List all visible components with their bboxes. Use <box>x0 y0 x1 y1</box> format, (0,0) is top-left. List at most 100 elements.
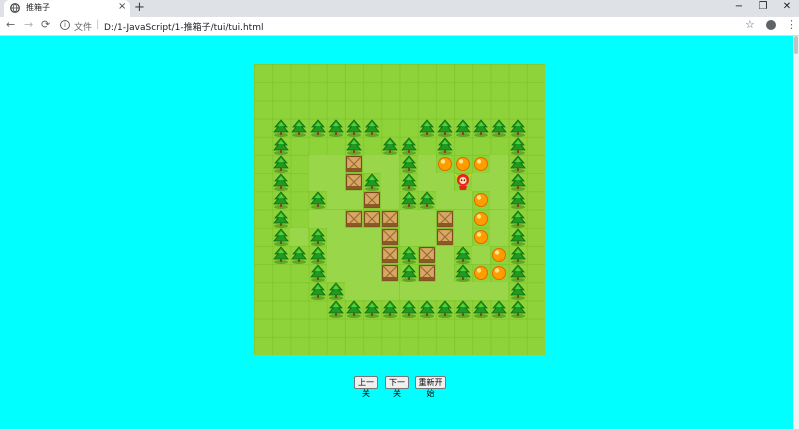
board-goal-r7-c12 <box>472 191 490 209</box>
board-tree-r13-c14 <box>509 300 527 319</box>
board-floor-r8-c9 <box>417 209 436 228</box>
tab-bar: 推箱子 × + − ❐ ✕ <box>0 0 799 17</box>
board-floor-r7-c5 <box>344 191 363 210</box>
forward-button[interactable]: → <box>24 18 33 31</box>
menu-icon[interactable]: ⋮ <box>786 18 797 31</box>
address-bar[interactable]: i 文件 | D:/1-JavaScript/1-推箱子/tui/tui.htm… <box>56 19 764 34</box>
board-tree-r4-c14 <box>509 137 527 155</box>
board-floor-r5-c6 <box>363 154 382 173</box>
page-scrollbar[interactable] <box>793 36 799 429</box>
board-box-r10-c9 <box>418 246 436 264</box>
board-tree-r7-c3 <box>309 191 327 210</box>
board-tree-r3-c1 <box>272 118 290 137</box>
board-floor-r7-c10 <box>435 191 454 210</box>
close-tab-icon[interactable]: × <box>118 1 126 12</box>
board-goal-r8-c12 <box>472 210 490 228</box>
maximize-button[interactable]: ❐ <box>752 1 774 15</box>
board-tree-r7-c9 <box>418 191 436 210</box>
star-icon[interactable]: ☆ <box>745 18 755 31</box>
board-tree-r11-c14 <box>509 264 527 283</box>
board-box-r5-c5 <box>345 155 363 173</box>
board-floor-r5-c4 <box>326 154 345 173</box>
board-floor-r8-c4 <box>326 209 345 228</box>
board-tree-r3-c14 <box>509 118 527 137</box>
board-tree-r11-c3 <box>309 264 327 283</box>
board-floor-r5-c3 <box>308 154 327 173</box>
board-floor-r9-c6 <box>363 227 382 246</box>
prev-level-button[interactable]: 上一关 <box>354 376 378 398</box>
scrollbar-thumb[interactable] <box>794 36 798 54</box>
board-tree-r13-c11 <box>454 300 472 319</box>
board-tree-r11-c11 <box>454 264 472 283</box>
board-floor-r8-c13 <box>490 209 509 228</box>
back-button[interactable]: ← <box>6 18 15 31</box>
board-tree-r6-c14 <box>509 173 527 192</box>
board-tree-r3-c2 <box>290 118 308 137</box>
board-goal-r10-c13 <box>490 246 508 264</box>
board-box-r8-c10 <box>436 210 454 228</box>
board-floor-r12-c12 <box>472 282 491 301</box>
account-icon[interactable] <box>766 20 776 30</box>
board-floor-r12-c8 <box>399 282 418 301</box>
board-tree-r3-c11 <box>454 118 472 137</box>
game-controls: 上一关 下一关 重新开始 <box>354 376 454 398</box>
board-floor-r11-c10 <box>435 264 454 283</box>
board-tree-r13-c5 <box>345 300 363 319</box>
board-floor-r9-c11 <box>454 227 473 246</box>
board-player-r6-c11[interactable] <box>454 173 472 191</box>
board-floor-r7-c13 <box>490 191 509 210</box>
board-tree-r8-c14 <box>509 209 527 228</box>
board-tree-r10-c3 <box>309 246 327 264</box>
url-text[interactable]: D:/1-JavaScript/1-推箱子/tui/tui.html <box>104 20 263 33</box>
board-floor-r9-c2 <box>290 227 309 246</box>
board-tree-r3-c4 <box>327 118 345 137</box>
board-box-r11-c7 <box>381 264 399 282</box>
next-level-button[interactable]: 下一关 <box>385 376 409 398</box>
board-floor-r9-c5 <box>344 227 363 246</box>
board-floor-r7-c4 <box>326 191 345 210</box>
browser-tab[interactable]: 推箱子 × <box>4 0 130 17</box>
game-board[interactable] <box>254 64 545 355</box>
board-tree-r5-c8 <box>400 155 418 173</box>
board-floor-r12-c9 <box>417 282 436 301</box>
board-tree-r12-c4 <box>327 282 345 301</box>
board-goal-r11-c13 <box>490 264 508 282</box>
board-tree-r9-c1 <box>272 228 290 246</box>
board-box-r6-c5 <box>345 173 363 191</box>
board-box-r8-c7 <box>381 210 399 228</box>
reload-button[interactable]: ⟳ <box>41 18 50 31</box>
board-floor-r11-c4 <box>326 264 345 283</box>
board-box-r9-c7 <box>381 228 399 246</box>
new-tab-button[interactable]: + <box>134 0 145 15</box>
board-floor-r12-c6 <box>363 282 382 301</box>
board-floor-r8-c11 <box>454 209 473 228</box>
board-floor-r12-c10 <box>435 282 454 301</box>
info-icon[interactable]: i <box>60 20 70 30</box>
close-window-button[interactable]: ✕ <box>776 1 798 15</box>
board-tree-r7-c1 <box>272 191 290 210</box>
board-tree-r13-c13 <box>490 300 508 319</box>
board-floor-r5-c7 <box>381 154 400 173</box>
board-goal-r11-c12 <box>472 264 490 282</box>
board-floor-r6-c4 <box>326 173 345 192</box>
board-tree-r3-c10 <box>436 118 454 137</box>
board-tree-r10-c14 <box>509 246 527 264</box>
minimize-button[interactable]: − <box>728 1 750 15</box>
board-goal-r5-c10 <box>436 155 454 173</box>
board-floor-r5-c13 <box>490 154 509 173</box>
board-tree-r6-c8 <box>400 173 418 192</box>
board-tree-r7-c8 <box>400 191 418 210</box>
board-box-r9-c10 <box>436 228 454 246</box>
board-floor-r10-c6 <box>363 245 382 264</box>
board-goal-r5-c12 <box>472 155 490 173</box>
board-goal-r9-c12 <box>472 228 490 246</box>
board-floor-r6-c7 <box>381 173 400 192</box>
board-floor-r9-c13 <box>490 227 509 246</box>
board-tree-r7-c14 <box>509 191 527 210</box>
restart-button[interactable]: 重新开始 <box>415 376 446 398</box>
board-floor-r8-c3 <box>308 209 327 228</box>
board-tree-r4-c1 <box>272 137 290 155</box>
board-floor-r6-c13 <box>490 173 509 192</box>
board-tree-r6-c1 <box>272 173 290 192</box>
board-tree-r9-c14 <box>509 228 527 246</box>
